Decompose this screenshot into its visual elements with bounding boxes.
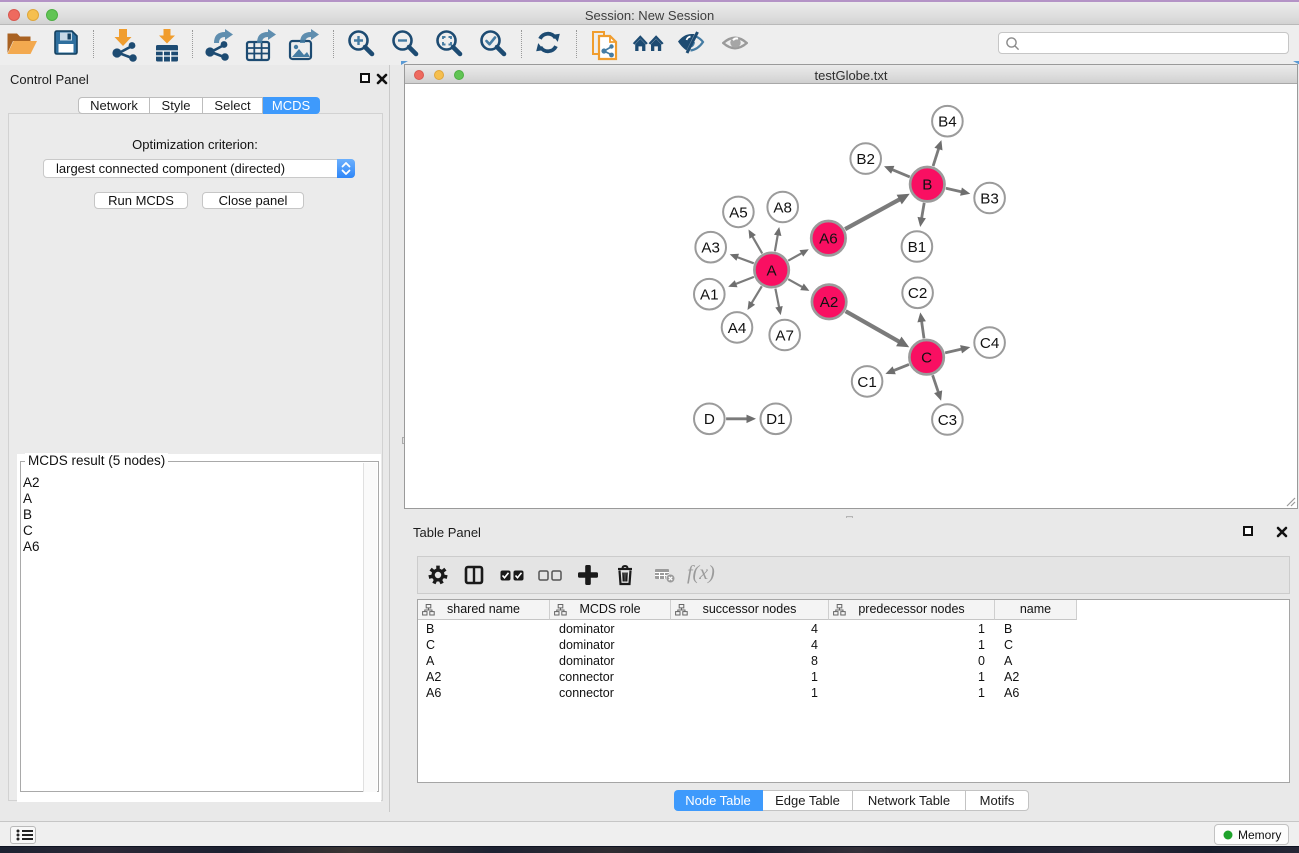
svg-text:B1: B1 (908, 239, 927, 256)
svg-text:A6: A6 (819, 231, 838, 248)
svg-text:B4: B4 (938, 114, 957, 131)
svg-text:B2: B2 (856, 151, 875, 168)
svg-text:A1: A1 (700, 287, 719, 304)
svg-text:C1: C1 (857, 374, 876, 391)
svg-text:A5: A5 (729, 204, 748, 221)
svg-text:C: C (921, 350, 932, 367)
svg-text:A2: A2 (820, 294, 839, 311)
svg-text:A: A (767, 262, 778, 279)
svg-text:D: D (704, 411, 715, 428)
svg-text:C4: C4 (980, 335, 999, 352)
svg-text:A8: A8 (773, 199, 792, 216)
svg-text:B: B (922, 177, 932, 194)
svg-text:C3: C3 (938, 412, 957, 429)
svg-text:D1: D1 (766, 411, 785, 428)
svg-text:A3: A3 (701, 240, 720, 257)
svg-text:A4: A4 (728, 320, 747, 337)
svg-text:A7: A7 (775, 327, 794, 344)
svg-text:C2: C2 (908, 285, 927, 302)
svg-text:B3: B3 (980, 190, 999, 207)
